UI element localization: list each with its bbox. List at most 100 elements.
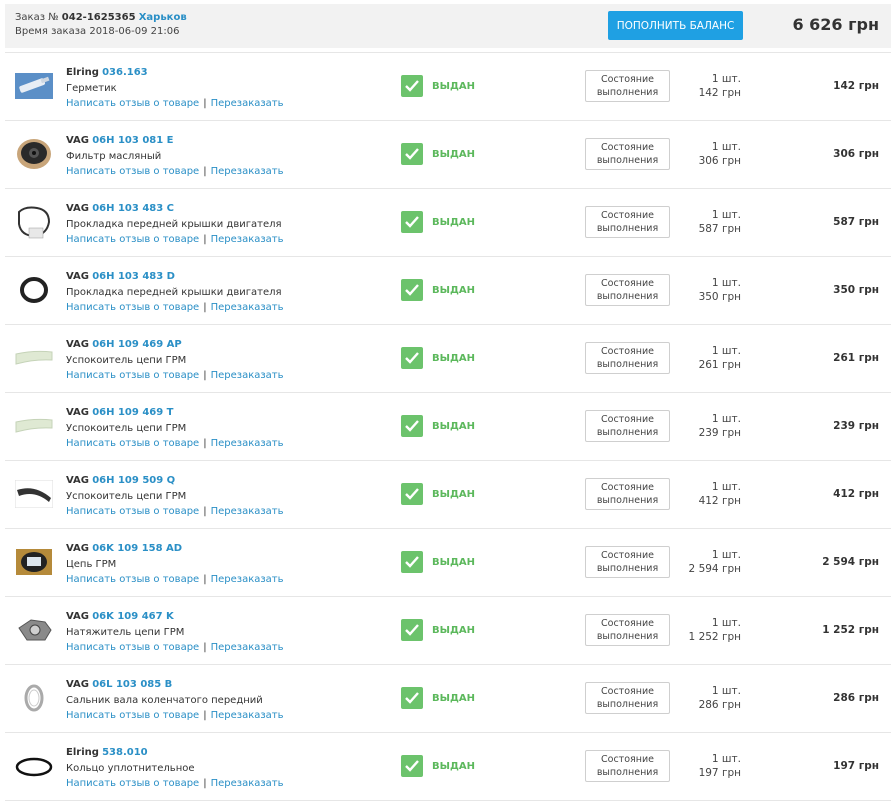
- item-quantity-price: 1 шт. 142 грн: [699, 73, 741, 100]
- write-review-link[interactable]: Написать отзыв о товаре: [66, 438, 199, 449]
- item-article-link[interactable]: 06L 103 085 B: [92, 679, 172, 690]
- item-status: ВЫДАН: [401, 483, 475, 505]
- item-article-link[interactable]: 06H 109 469 T: [92, 407, 173, 418]
- gasket-icon[interactable]: [15, 203, 53, 241]
- item-status: ВЫДАН: [401, 279, 475, 301]
- reorder-link[interactable]: Перезаказать: [211, 98, 284, 109]
- seal-ring-icon[interactable]: [15, 271, 53, 309]
- reorder-link[interactable]: Перезаказать: [211, 710, 284, 721]
- write-review-link[interactable]: Написать отзыв о товаре: [66, 370, 199, 381]
- reorder-link[interactable]: Перезаказать: [211, 166, 284, 177]
- order-city: Харьков: [138, 12, 187, 23]
- execution-state-button[interactable]: Состояние выполнения: [585, 478, 670, 510]
- chain-guide-icon[interactable]: [15, 339, 53, 377]
- write-review-link[interactable]: Написать отзыв о товаре: [66, 166, 199, 177]
- item-status: ВЫДАН: [401, 75, 475, 97]
- item-total: 587 грн: [833, 216, 879, 228]
- execution-state-button[interactable]: Состояние выполнения: [585, 614, 670, 646]
- write-review-link[interactable]: Написать отзыв о товаре: [66, 506, 199, 517]
- execution-state-button[interactable]: Состояние выполнения: [585, 546, 670, 578]
- item-title: Elring 538.010: [66, 745, 284, 761]
- state-button-line1: Состояние: [601, 482, 654, 493]
- write-review-link[interactable]: Написать отзыв о товаре: [66, 710, 199, 721]
- write-review-link[interactable]: Написать отзыв о товаре: [66, 574, 199, 585]
- item-article-link[interactable]: 06H 109 509 Q: [92, 475, 175, 486]
- item-total: 286 грн: [833, 692, 879, 704]
- item-article-link[interactable]: 06H 103 483 D: [92, 271, 175, 282]
- check-icon: [401, 619, 423, 641]
- check-icon: [401, 415, 423, 437]
- write-review-link[interactable]: Написать отзыв о товаре: [66, 234, 199, 245]
- execution-state-button[interactable]: Состояние выполнения: [585, 410, 670, 442]
- item-article-link[interactable]: 06H 103 081 E: [92, 135, 173, 146]
- execution-state-button[interactable]: Состояние выполнения: [585, 70, 670, 102]
- item-article-link[interactable]: 538.010: [102, 747, 148, 758]
- reorder-link[interactable]: Перезаказать: [211, 506, 284, 517]
- item-article-link[interactable]: 036.163: [102, 67, 148, 78]
- order-item-row: VAG 06K 109 467 K Натяжитель цепи ГРМ На…: [5, 597, 891, 665]
- item-quantity-price: 1 шт. 587 грн: [699, 209, 741, 236]
- execution-state-button[interactable]: Состояние выполнения: [585, 138, 670, 170]
- item-article-link[interactable]: 06K 109 158 AD: [92, 543, 182, 554]
- item-total: 1 252 грн: [822, 624, 879, 636]
- item-info: VAG 06K 109 158 AD Цепь ГРМ Написать отз…: [66, 541, 284, 588]
- status-label: ВЫДАН: [432, 488, 475, 500]
- item-title: VAG 06H 103 483 C: [66, 201, 284, 217]
- item-article-link[interactable]: 06K 109 467 K: [92, 611, 174, 622]
- item-quantity-price: 1 шт. 286 грн: [699, 685, 741, 712]
- item-title: VAG 06H 103 483 D: [66, 269, 284, 285]
- order-item-row: VAG 06H 109 469 T Успокоитель цепи ГРМ Н…: [5, 393, 891, 461]
- check-icon: [401, 347, 423, 369]
- reorder-link[interactable]: Перезаказать: [211, 302, 284, 313]
- reorder-link[interactable]: Перезаказать: [211, 438, 284, 449]
- write-review-link[interactable]: Написать отзыв о товаре: [66, 778, 199, 789]
- item-info: VAG 06H 103 483 C Прокладка передней кры…: [66, 201, 284, 248]
- shaft-seal-icon[interactable]: [15, 679, 53, 717]
- status-label: ВЫДАН: [432, 80, 475, 92]
- execution-state-button[interactable]: Состояние выполнения: [585, 750, 670, 782]
- item-article-link[interactable]: 06H 103 483 C: [92, 203, 174, 214]
- state-button-line1: Состояние: [601, 618, 654, 629]
- reorder-link[interactable]: Перезаказать: [211, 642, 284, 653]
- item-unit-price: 286 грн: [698, 698, 741, 711]
- status-label: ВЫДАН: [432, 352, 475, 364]
- item-quantity-price: 1 шт. 239 грн: [699, 413, 741, 440]
- write-review-link[interactable]: Написать отзыв о товаре: [66, 98, 199, 109]
- state-button-line1: Состояние: [601, 74, 654, 85]
- item-brand: Elring: [66, 67, 99, 78]
- execution-state-button[interactable]: Состояние выполнения: [585, 342, 670, 374]
- item-quantity-price: 1 шт. 197 грн: [699, 753, 741, 780]
- tensioner-rail-icon[interactable]: [15, 475, 53, 513]
- o-ring-icon[interactable]: [15, 747, 53, 785]
- reorder-link[interactable]: Перезаказать: [211, 234, 284, 245]
- reorder-link[interactable]: Перезаказать: [211, 574, 284, 585]
- execution-state-button[interactable]: Состояние выполнения: [585, 682, 670, 714]
- item-info: VAG 06L 103 085 B Сальник вала коленчато…: [66, 677, 284, 724]
- link-separator: |: [203, 370, 207, 381]
- status-label: ВЫДАН: [432, 284, 475, 296]
- item-name: Успокоитель цепи ГРМ: [66, 490, 187, 502]
- chain-guide-icon[interactable]: [15, 407, 53, 445]
- state-button-line2: выполнения: [596, 699, 659, 710]
- chain-tensioner-icon[interactable]: [15, 611, 53, 649]
- reorder-link[interactable]: Перезаказать: [211, 370, 284, 381]
- topup-balance-button[interactable]: ПОПОЛНИТЬ БАЛАНС: [608, 11, 743, 40]
- item-quantity-price: 1 шт. 1 252 грн: [689, 617, 741, 644]
- check-icon: [401, 211, 423, 233]
- check-icon: [401, 143, 423, 165]
- reorder-link[interactable]: Перезаказать: [211, 778, 284, 789]
- item-name: Прокладка передней крышки двигателя: [66, 286, 282, 298]
- write-review-link[interactable]: Написать отзыв о товаре: [66, 642, 199, 653]
- timing-chain-box-icon[interactable]: [15, 543, 53, 581]
- item-article-link[interactable]: 06H 109 469 AP: [92, 339, 182, 350]
- item-links: Написать отзыв о товаре | Перезаказать: [66, 708, 284, 724]
- item-quantity-price: 1 шт. 350 грн: [699, 277, 741, 304]
- item-unit-price: 197 грн: [698, 766, 741, 779]
- item-unit-price: 350 грн: [698, 290, 741, 303]
- item-links: Написать отзыв о товаре | Перезаказать: [66, 232, 284, 248]
- execution-state-button[interactable]: Состояние выполнения: [585, 206, 670, 238]
- execution-state-button[interactable]: Состояние выполнения: [585, 274, 670, 306]
- write-review-link[interactable]: Написать отзыв о товаре: [66, 302, 199, 313]
- sealant-tube-icon[interactable]: [15, 67, 53, 105]
- oil-filter-icon[interactable]: [15, 135, 53, 173]
